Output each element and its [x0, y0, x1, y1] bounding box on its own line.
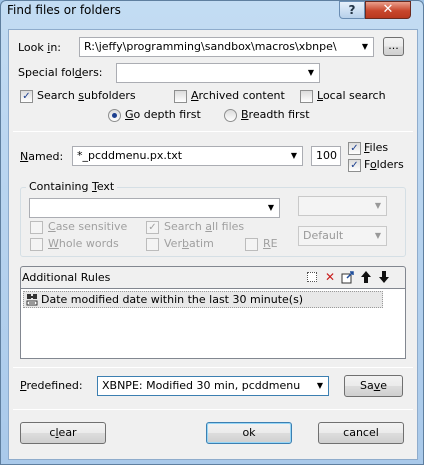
separator: [13, 409, 413, 410]
depth-first-radio[interactable]: [108, 109, 121, 122]
result-limit-field[interactable]: 100: [311, 146, 341, 166]
rule-text: Date modified date within the last 30 mi…: [41, 293, 304, 306]
regex-label: RE: [263, 237, 278, 250]
breadth-first-radio[interactable]: [224, 109, 237, 122]
regex-checkbox[interactable]: [245, 238, 258, 251]
result-limit-value: 100: [316, 149, 337, 162]
files-checkbox[interactable]: ✓: [348, 142, 361, 155]
files-label: Files: [364, 141, 389, 154]
archived-content-label: Archived content: [191, 89, 285, 102]
chevron-down-icon[interactable]: ▼: [303, 64, 319, 82]
named-value: *_pcddmenu.px.txt: [77, 149, 183, 162]
whole-words-label: Whole words: [48, 237, 119, 250]
clear-button[interactable]: clear: [20, 422, 106, 444]
delete-rule-icon[interactable]: ✕: [323, 270, 337, 284]
verbatim-label: Verbatim: [164, 237, 214, 250]
title-bar[interactable]: Find files or folders ? ✕: [1, 1, 423, 21]
separator: [13, 367, 413, 368]
chevron-down-icon[interactable]: ▼: [370, 197, 386, 215]
predefined-combo[interactable]: XBNPE: Modified 30 min, pcddmenu ▼: [97, 376, 329, 396]
browse-button[interactable]: ...: [383, 37, 404, 56]
folders-checkbox[interactable]: ✓: [348, 159, 361, 172]
folders-label: Folders: [364, 158, 404, 171]
chevron-down-icon[interactable]: ▼: [312, 377, 328, 395]
move-down-icon[interactable]: [377, 270, 391, 284]
named-combo[interactable]: *_pcddmenu.px.txt ▼: [72, 146, 303, 166]
match-mode-value: Default: [303, 229, 344, 242]
local-search-checkbox[interactable]: [300, 90, 313, 103]
move-up-icon[interactable]: [359, 270, 373, 284]
containing-text-combo[interactable]: ▼: [29, 198, 280, 218]
search-all-files-label: Search all files: [164, 220, 245, 233]
special-folders-combo[interactable]: ▼: [116, 63, 320, 83]
look-in-combo[interactable]: R:\jeffy\programming\sandbox\macros\xbnp…: [79, 37, 374, 57]
close-button[interactable]: ✕: [365, 1, 411, 19]
predefined-label: Predefined:: [20, 379, 83, 392]
list-item[interactable]: Date modified date within the last 30 mi…: [23, 291, 383, 308]
special-folders-label: Special folders:: [18, 66, 103, 79]
dialog-body: Look in: R:\jeffy\programming\sandbox\ma…: [8, 29, 418, 460]
match-mode-combo[interactable]: Default ▼: [298, 226, 387, 246]
archived-content-checkbox[interactable]: [174, 90, 187, 103]
breadth-first-label: Breadth first: [241, 108, 310, 121]
depth-first-label: Go depth first: [125, 108, 201, 121]
rule-properties-icon[interactable]: [341, 270, 355, 284]
chevron-down-icon[interactable]: ▼: [263, 199, 279, 217]
search-subfolders-checkbox[interactable]: ✓: [20, 90, 33, 103]
whole-words-checkbox[interactable]: [30, 238, 43, 251]
new-rule-icon[interactable]: [305, 270, 319, 284]
cancel-button[interactable]: cancel: [318, 422, 404, 444]
chevron-down-icon[interactable]: ▼: [357, 38, 373, 56]
additional-rules-label: Additional Rules: [22, 271, 111, 284]
chevron-down-icon[interactable]: ▼: [370, 227, 386, 245]
look-in-value: R:\jeffy\programming\sandbox\macros\xbnp…: [84, 40, 337, 53]
encoding-combo[interactable]: ▼: [298, 196, 387, 216]
containing-text-label: Containing Text: [26, 180, 118, 193]
verbatim-checkbox[interactable]: [146, 238, 159, 251]
window-title: Find files or folders: [7, 3, 121, 17]
predefined-value: XBNPE: Modified 30 min, pcddmenu: [102, 379, 301, 392]
local-search-label: Local search: [317, 89, 386, 102]
save-button[interactable]: Save: [344, 375, 403, 397]
search-all-files-checkbox[interactable]: ✓: [146, 221, 159, 234]
chevron-down-icon[interactable]: ▼: [286, 147, 302, 165]
additional-rules-list[interactable]: Date modified date within the last 30 mi…: [20, 288, 406, 359]
case-sensitive-label: Case sensitive: [48, 220, 128, 233]
look-in-label: Look in:: [18, 41, 62, 54]
ok-button[interactable]: ok: [206, 422, 292, 444]
help-button[interactable]: ?: [339, 1, 365, 19]
named-label: Named:: [20, 150, 64, 163]
separator: [13, 131, 413, 132]
rule-icon: [26, 293, 38, 306]
search-subfolders-label: Search subfolders: [37, 89, 136, 102]
find-dialog-window: Find files or folders ? ✕ Look in: R:\je…: [0, 0, 424, 465]
radio-selected-dot: [112, 113, 117, 118]
case-sensitive-checkbox[interactable]: [30, 221, 43, 234]
